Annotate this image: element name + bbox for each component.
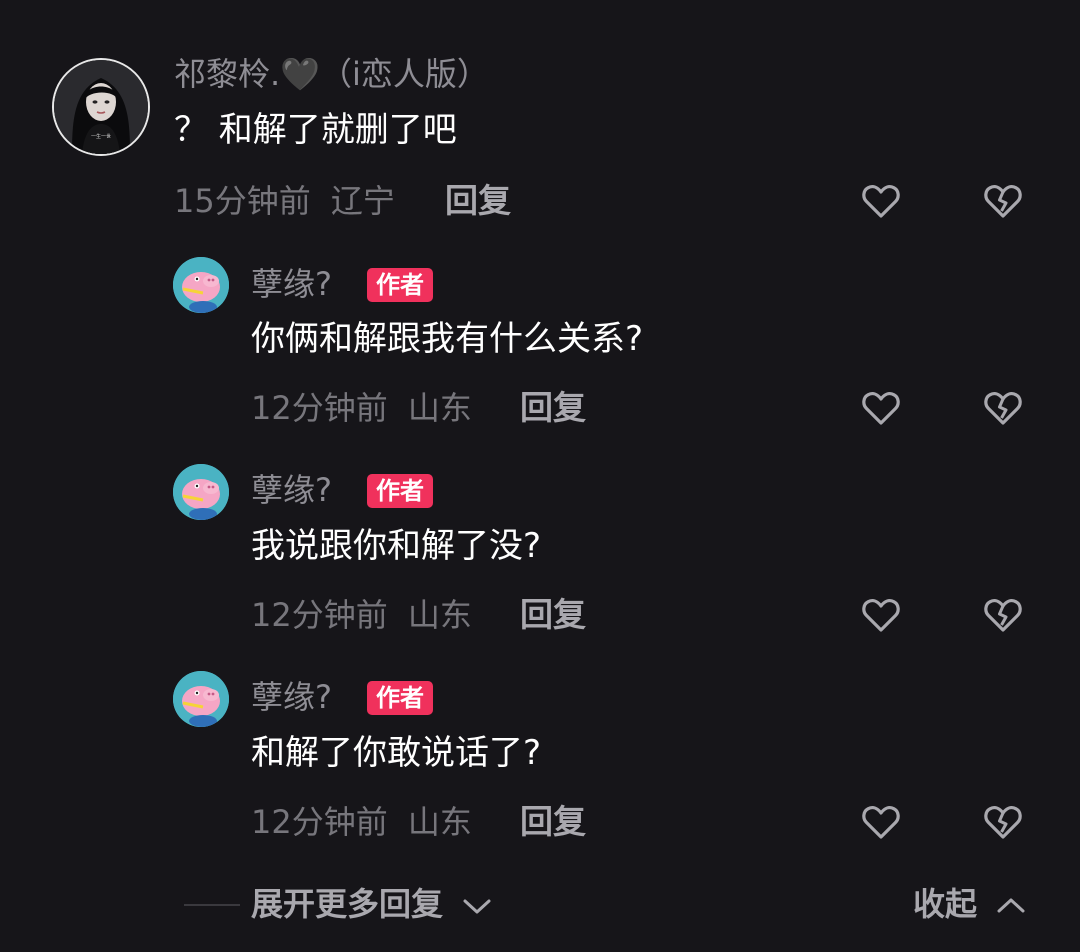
reply-avatar[interactable] <box>173 464 229 520</box>
collapse-label: 收起 <box>913 885 978 923</box>
reply-avatar[interactable] <box>173 257 229 313</box>
avatar-caption: 一生一世 <box>91 133 111 140</box>
divider-line <box>184 904 240 906</box>
broken-heart-icon[interactable] <box>981 386 1025 430</box>
author-badge: 作者 <box>367 681 433 715</box>
reply-time: 12分钟前 <box>251 596 388 634</box>
reply-time: 12分钟前 <box>251 803 388 841</box>
author-badge: 作者 <box>367 268 433 302</box>
comment-meta: 15分钟前 辽宁 <box>174 183 395 219</box>
reply-location: 山东 <box>407 596 472 634</box>
chevron-down-icon <box>463 899 491 914</box>
reply-location: 山东 <box>407 389 472 427</box>
reply-text: 我说跟你和解了没? <box>251 526 542 566</box>
pig-avatar-image <box>173 464 229 520</box>
reply-text: 你俩和解跟我有什么关系? <box>251 319 644 359</box>
collapse-button[interactable]: 收起 <box>913 886 1026 922</box>
user-portrait-image: 一生一世 <box>54 60 148 154</box>
broken-heart-icon[interactable] <box>981 800 1025 844</box>
pig-avatar-image <box>173 257 229 313</box>
heart-outline-icon[interactable] <box>859 593 903 637</box>
comment-time: 15分钟前 <box>174 182 311 220</box>
reply-text: 和解了你敢说话了? <box>251 733 542 773</box>
reply-button[interactable]: 回复 <box>520 804 586 840</box>
avatar[interactable]: 一生一世 <box>52 58 150 156</box>
heart-outline-icon[interactable] <box>859 179 903 223</box>
author-badge: 作者 <box>367 474 433 508</box>
reply-meta: 12分钟前 山东 <box>251 390 472 426</box>
chevron-up-icon <box>997 898 1025 913</box>
broken-heart-icon[interactable] <box>981 179 1025 223</box>
comment-location: 辽宁 <box>330 182 395 220</box>
heart-outline-icon[interactable] <box>859 800 903 844</box>
reply-username[interactable]: 孽缘? <box>251 266 332 302</box>
reply-meta: 12分钟前 山东 <box>251 804 472 840</box>
broken-heart-icon[interactable] <box>981 593 1025 637</box>
expand-label: 展开更多回复 <box>251 885 444 923</box>
comment-username[interactable]: 祁黎柃.🖤（i恋人版） <box>174 56 489 92</box>
comment-text: ？ 和解了就删了吧 <box>174 110 457 150</box>
reply-meta: 12分钟前 山东 <box>251 597 472 633</box>
reply-button[interactable]: 回复 <box>445 183 511 219</box>
reply-time: 12分钟前 <box>251 389 388 427</box>
reply-button[interactable]: 回复 <box>520 390 586 426</box>
reply-button[interactable]: 回复 <box>520 597 586 633</box>
reply-location: 山东 <box>407 803 472 841</box>
reply-avatar[interactable] <box>173 671 229 727</box>
reply-username[interactable]: 孽缘? <box>251 679 332 715</box>
heart-outline-icon[interactable] <box>859 386 903 430</box>
expand-more-replies-button[interactable]: 展开更多回复 <box>251 886 492 922</box>
pig-avatar-image <box>173 671 229 727</box>
reply-username[interactable]: 孽缘? <box>251 472 332 508</box>
